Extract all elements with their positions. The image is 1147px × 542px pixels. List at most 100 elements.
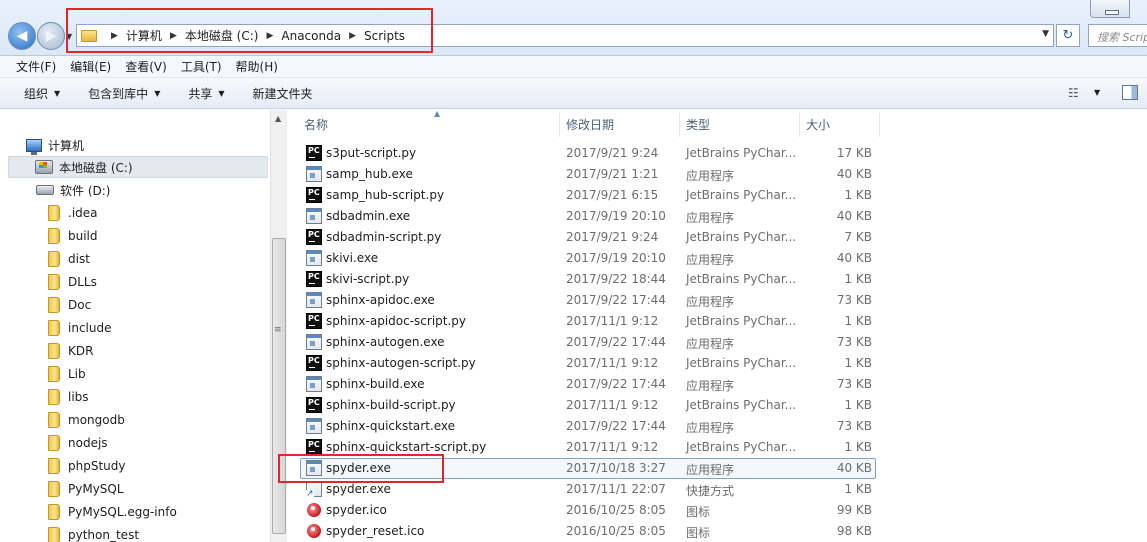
column-header-size[interactable]: 大小 [800,113,880,137]
file-size: 73 KB [836,377,872,391]
scroll-up-icon[interactable]: ▲ [275,114,281,123]
nav-folder-item[interactable]: DLLs [48,271,97,293]
address-area: ◀ ▶ ▼ ▶ 计算机 ▶ 本地磁盘 (C:) ▶ Anaconda ▶ Scr… [0,0,1147,56]
minimize-button[interactable] [1090,0,1130,18]
forward-button[interactable]: ▶ [37,22,65,50]
file-size: 40 KB [836,251,872,265]
nav-item-drive-c[interactable]: 本地磁盘 (C:) [8,156,268,178]
file-row[interactable]: skivi.exe 2017/9/19 20:10 应用程序 40 KB [288,248,888,269]
menu-edit[interactable]: 编辑(E) [70,58,111,75]
highlight-box [278,454,444,483]
folder-icon [48,389,60,405]
file-name: samp_hub-script.py [326,188,445,202]
file-name: sphinx-build-script.py [326,398,456,412]
file-row[interactable]: sdbadmin-script.py 2017/9/21 9:24 JetBrain… [288,227,888,248]
file-type: JetBrains PyChar... [686,440,797,454]
chevron-down-icon[interactable]: ▼ [1042,29,1049,39]
drive-icon [36,185,54,195]
scrollbar-thumb[interactable] [272,238,286,534]
nav-item-label: 软件 (D:) [60,183,111,198]
file-date: 2017/9/19 20:10 [566,209,666,223]
file-row[interactable]: sphinx-apidoc-script.py 2017/11/1 9:12 Jet… [288,311,888,332]
column-type-label: 类型 [686,118,711,132]
preview-pane-button[interactable] [1122,85,1138,100]
file-size: 73 KB [836,419,872,433]
column-header-date[interactable]: 修改日期 [560,113,680,137]
pycharm-file-icon [306,271,322,287]
folder-icon [48,320,60,336]
file-row[interactable]: samp_hub-script.py 2017/9/21 6:15 JetBrain… [288,185,888,206]
file-date: 2017/11/1 22:07 [566,482,666,496]
view-options-icon[interactable]: ☷ [1068,86,1079,100]
forward-arrow-icon: ▶ [45,28,57,44]
chevron-down-icon: ▼ [154,88,161,98]
nav-folder-label: Doc [68,298,92,312]
nav-folder-item[interactable]: libs [48,386,89,408]
file-type: 图标 [686,526,711,540]
pycharm-file-icon [306,397,322,413]
refresh-button[interactable]: ↻ [1056,24,1080,47]
folder-icon [48,504,60,520]
file-row[interactable]: spyder_reset.ico 2016/10/25 8:05 图标 98 KB [288,521,888,542]
grip-icon: ≡ [274,325,282,335]
pycharm-file-icon [306,439,322,455]
organize-button[interactable]: 组织 ▼ [24,85,60,102]
menu-file[interactable]: 文件(F) [16,58,56,75]
chevron-down-icon[interactable]: ▼ [1094,88,1100,97]
nav-folder-item[interactable]: .idea [48,202,98,224]
file-name: sphinx-quickstart.exe [326,419,455,433]
new-folder-button[interactable]: 新建文件夹 [253,85,313,102]
file-row[interactable]: skivi-script.py 2017/9/22 18:44 JetBrains … [288,269,888,290]
nav-folder-item[interactable]: build [48,225,98,247]
file-row[interactable]: samp_hub.exe 2017/9/21 1:21 应用程序 40 KB [288,164,888,185]
file-name: sphinx-quickstart-script.py [326,440,487,454]
nav-folder-item[interactable]: python_test [48,524,139,542]
nav-folder-item[interactable]: PyMySQL.egg-info [48,501,177,523]
nav-folder-item[interactable]: nodejs [48,432,108,454]
file-row[interactable]: spyder.ico 2016/10/25 8:05 图标 99 KB [288,500,888,521]
nav-folder-item[interactable]: PyMySQL [48,478,124,500]
back-arrow-icon: ◀ [16,28,28,44]
file-row[interactable]: s3put-script.py 2017/9/21 9:24 JetBrains P… [288,143,888,164]
file-size: 17 KB [836,146,872,160]
nav-item-label: 本地磁盘 (C:) [59,160,133,175]
nav-folder-item[interactable]: dist [48,248,90,270]
nav-folder-item[interactable]: Lib [48,363,86,385]
nav-folder-label: dist [68,252,90,266]
column-header-type[interactable]: 类型 [680,113,800,137]
nav-folder-label: phpStudy [68,459,126,473]
ico-file-icon [307,503,321,517]
share-button[interactable]: 共享 ▼ [188,85,224,102]
nav-item-computer[interactable]: 计算机 [26,134,84,156]
file-row[interactable]: sphinx-autogen.exe 2017/9/22 17:44 应用程序 73 … [288,332,888,353]
file-type: 应用程序 [686,169,735,183]
menu-tools[interactable]: 工具(T) [181,58,222,75]
include-in-library-button[interactable]: 包含到库中 ▼ [88,85,160,102]
file-name: skivi.exe [326,251,379,265]
nav-folder-item[interactable]: mongodb [48,409,125,431]
file-type: JetBrains PyChar... [686,314,797,328]
nav-folder-item[interactable]: Doc [48,294,91,316]
file-type: JetBrains PyChar... [686,356,797,370]
file-row[interactable]: sdbadmin.exe 2017/9/19 20:10 应用程序 40 KB [288,206,888,227]
file-row[interactable]: sphinx-build-script.py 2017/11/1 9:12 JetB… [288,395,888,416]
search-input[interactable]: 搜索 Scripts [1088,24,1147,47]
column-size-label: 大小 [806,118,831,132]
nav-folder-item[interactable]: include [48,317,111,339]
file-row[interactable]: sphinx-build.exe 2017/9/22 17:44 应用程序 73 KB [288,374,888,395]
nav-folder-item[interactable]: phpStudy [48,455,126,477]
file-date: 2017/9/22 17:44 [566,377,666,391]
file-row[interactable]: sphinx-apidoc.exe 2017/9/22 17:44 应用程序 73 K… [288,290,888,311]
file-row[interactable]: sphinx-autogen-script.py 2017/11/1 9:12 Je… [288,353,888,374]
menu-help[interactable]: 帮助(H) [236,58,278,75]
highlight-box [66,8,433,53]
file-date: 2017/9/22 17:44 [566,335,666,349]
file-type: JetBrains PyChar... [686,188,797,202]
nav-folder-item[interactable]: KDR [48,340,93,362]
menu-view[interactable]: 查看(V) [125,58,167,75]
back-button[interactable]: ◀ [8,22,36,50]
nav-item-drive-d[interactable]: 软件 (D:) [36,179,110,201]
file-name: sphinx-apidoc-script.py [326,314,467,328]
file-row[interactable]: sphinx-quickstart.exe 2017/9/22 17:44 应用程序… [288,416,888,437]
column-header-name[interactable]: 名称 ▲ [298,109,560,137]
